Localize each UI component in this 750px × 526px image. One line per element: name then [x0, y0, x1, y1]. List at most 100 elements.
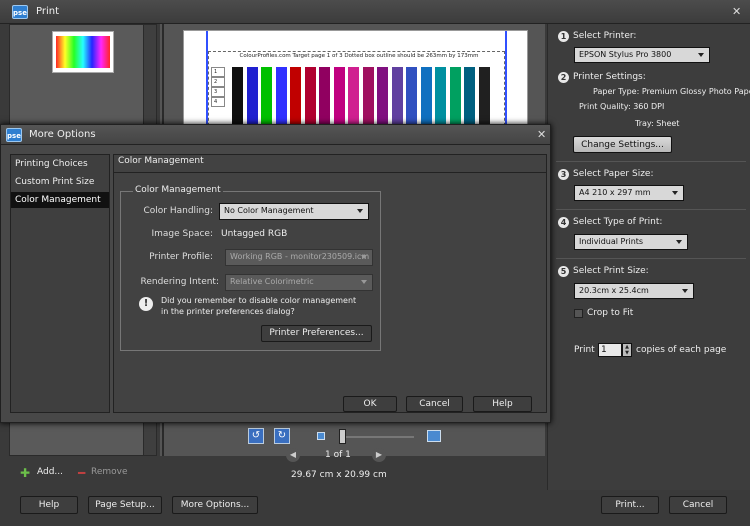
- zoom-out-icon[interactable]: [317, 432, 325, 440]
- chevron-down-icon: [676, 240, 682, 244]
- rendering-intent-select[interactable]: Relative Colorimetric: [225, 274, 373, 291]
- printer-select[interactable]: EPSON Stylus Pro 3800: [574, 47, 710, 63]
- more-options-button[interactable]: More Options...: [172, 496, 258, 514]
- type-of-print-value: Individual Prints: [579, 237, 644, 246]
- zoom-in-icon[interactable]: [427, 430, 441, 442]
- type-of-print-label: Select Type of Print:: [573, 217, 663, 227]
- step-2-badge: 2: [558, 72, 569, 83]
- copies-input[interactable]: 1: [598, 343, 622, 357]
- dialog-cancel-button[interactable]: Cancel: [406, 396, 463, 412]
- color-swatch: [464, 67, 475, 131]
- add-button[interactable]: Add...: [37, 467, 63, 477]
- image-space-value: Untagged RGB: [221, 229, 288, 239]
- next-page-icon[interactable]: ▶: [372, 448, 386, 462]
- color-swatch: [232, 67, 243, 131]
- dialog-close-icon[interactable]: ✕: [537, 128, 546, 141]
- dialog-help-button[interactable]: Help: [473, 396, 532, 412]
- copies-suffix: copies of each page: [636, 345, 727, 355]
- preview-page: ColourProfiles.com Target page 1 of 3 Do…: [183, 30, 528, 131]
- window-title: Print: [36, 6, 60, 17]
- bottom-bar: Help Page Setup... More Options... Print…: [0, 490, 750, 526]
- change-settings-button[interactable]: Change Settings...: [573, 136, 672, 153]
- row-label: 3: [211, 87, 225, 97]
- nav-custom-print-size[interactable]: Custom Print Size: [11, 174, 109, 190]
- ok-button[interactable]: OK: [343, 396, 397, 412]
- print-button[interactable]: Print...: [601, 496, 659, 514]
- window-close-icon[interactable]: ✕: [732, 5, 741, 18]
- color-swatch: [348, 67, 359, 131]
- previous-page-icon[interactable]: ◀: [286, 448, 300, 462]
- reminder-line-1: Did you remember to disable color manage…: [161, 296, 357, 305]
- cancel-button[interactable]: Cancel: [669, 496, 727, 514]
- options-nav: Printing Choices Custom Print Size Color…: [10, 154, 110, 413]
- color-swatch: [406, 67, 417, 131]
- color-swatch: [275, 67, 287, 131]
- printer-preferences-button[interactable]: Printer Preferences...: [261, 325, 372, 342]
- thumbnail-image: [56, 36, 110, 68]
- print-size-select[interactable]: 20.3cm x 25.4cm: [574, 283, 694, 299]
- add-icon[interactable]: ✚: [20, 466, 30, 480]
- color-swatch: [391, 67, 403, 131]
- help-button[interactable]: Help: [20, 496, 78, 514]
- more-options-dialog: pse More Options ✕ Printing Choices Cust…: [0, 124, 551, 423]
- color-swatch: [290, 67, 301, 131]
- group-title: Color Management: [133, 185, 223, 195]
- zoom-slider-handle[interactable]: [339, 429, 346, 444]
- chevron-down-icon: [698, 53, 704, 57]
- color-handling-select[interactable]: No Color Management: [219, 203, 369, 220]
- settings-panel: 1 Select Printer: EPSON Stylus Pro 3800 …: [547, 24, 750, 490]
- row-labels: 1234: [211, 67, 225, 127]
- color-swatch: [478, 67, 490, 131]
- color-swatch: [304, 67, 316, 131]
- printer-select-value: EPSON Stylus Pro 3800: [579, 50, 672, 59]
- crop-to-fit-label[interactable]: Crop to Fit: [587, 308, 633, 318]
- color-swatch: [261, 67, 272, 131]
- row-label: 2: [211, 77, 225, 87]
- tray-text: Tray: Sheet: [635, 119, 680, 128]
- color-swatch: [449, 67, 461, 131]
- color-swatch: [377, 67, 388, 131]
- color-swatch: [319, 67, 330, 131]
- paper-dimensions: 29.67 cm x 20.99 cm: [291, 470, 387, 480]
- page-indicator: 1 of 1: [325, 450, 351, 460]
- page-setup-button[interactable]: Page Setup...: [88, 496, 162, 514]
- paper-size-value: A4 210 x 297 mm: [579, 188, 651, 197]
- color-swatch: [362, 67, 374, 131]
- rendering-intent-value: Relative Colorimetric: [230, 277, 314, 286]
- image-space-label: Image Space:: [151, 229, 213, 239]
- color-handling-value: No Color Management: [224, 206, 314, 215]
- rendering-intent-label: Rendering Intent:: [140, 277, 219, 287]
- copies-prefix: Print: [574, 345, 595, 355]
- remove-icon[interactable]: ━: [78, 466, 85, 480]
- print-size-label: Select Print Size:: [573, 266, 649, 276]
- color-management-group: Color Management Color Handling: No Colo…: [120, 185, 381, 351]
- color-swatch: [246, 67, 258, 131]
- chevron-down-icon: [672, 191, 678, 195]
- page-thumbnail[interactable]: [52, 31, 114, 73]
- chevron-down-icon: [361, 255, 367, 259]
- remove-button[interactable]: Remove: [91, 467, 128, 477]
- copies-stepper[interactable]: ▲ ▼: [622, 343, 632, 357]
- step-5-badge: 5: [558, 266, 569, 277]
- nav-color-management[interactable]: Color Management: [11, 192, 109, 208]
- chevron-down-icon: [682, 289, 688, 293]
- select-printer-label: Select Printer:: [573, 31, 637, 41]
- app-logo-icon: pse: [12, 5, 28, 19]
- printer-profile-select[interactable]: Working RGB - monitor230509.icm: [225, 249, 373, 266]
- step-4-badge: 4: [558, 217, 569, 228]
- type-of-print-select[interactable]: Individual Prints: [574, 234, 688, 250]
- rotate-left-icon[interactable]: ↺: [248, 428, 264, 444]
- crop-to-fit-checkbox[interactable]: [574, 309, 583, 318]
- rotate-right-icon[interactable]: ↻: [274, 428, 290, 444]
- paper-size-select[interactable]: A4 210 x 297 mm: [574, 185, 684, 201]
- color-swatch-grid: 1234: [208, 61, 505, 131]
- step-1-badge: 1: [558, 31, 569, 42]
- dialog-title: More Options: [29, 129, 96, 140]
- color-swatch: [420, 67, 432, 131]
- zoom-slider-track[interactable]: [346, 436, 414, 438]
- print-size-value: 20.3cm x 25.4cm: [579, 286, 649, 295]
- paper-size-label: Select Paper Size:: [573, 169, 654, 179]
- print-quality-text: Print Quality: 360 DPI: [579, 102, 665, 111]
- paper-type-text: Paper Type: Premium Glossy Photo Paper: [593, 87, 750, 96]
- nav-printing-choices[interactable]: Printing Choices: [11, 156, 109, 172]
